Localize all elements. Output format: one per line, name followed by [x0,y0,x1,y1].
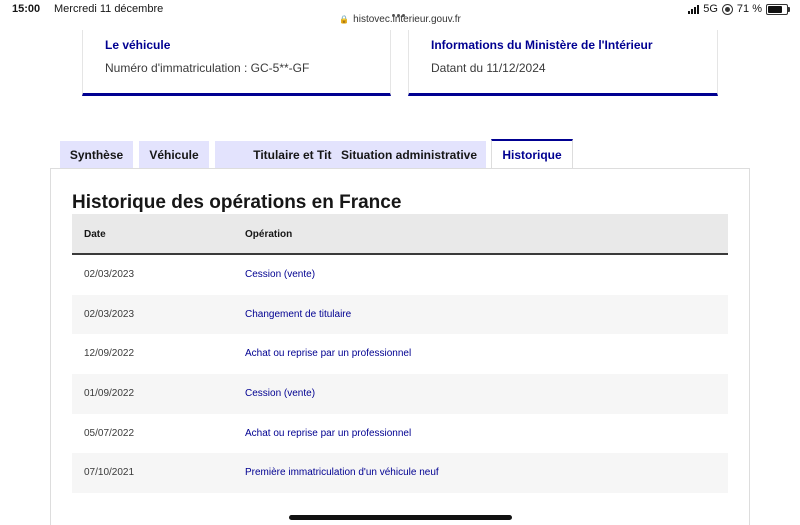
status-bar: 15:00 Mercredi 11 décembre 🔒 histovec.int… [0,0,800,30]
tab-vehicule[interactable]: Véhicule [139,141,209,168]
home-indicator[interactable] [289,515,512,520]
address-bar[interactable]: 🔒 histovec.interieur.gouv.fr [0,14,800,25]
row-operation: Achat ou reprise par un professionnel [245,427,412,439]
table-row: 01/09/2022 Cession (vente) [72,374,728,414]
column-header-operation: Opération [245,229,293,240]
row-date: 02/03/2023 [84,269,135,280]
row-date: 01/09/2022 [84,388,135,400]
url-text: histovec.interieur.gouv.fr [353,14,461,25]
row-operation: Changement de titulaire [245,308,352,320]
table-row: 02/03/2023 Changement de titulaire [72,294,728,335]
network-label: 5G [703,3,718,15]
tab-historique[interactable]: Historique [491,139,573,168]
column-header-date: Date [84,229,106,240]
history-table: Date Opération 02/03/2023 Cession (vente… [72,214,728,494]
lock-icon: 🔒 [339,15,350,24]
vehicle-card: Le véhicule Numéro d'immatriculation : G… [82,30,391,96]
ministry-card-title: Informations du Ministère de l'Intérieur [431,38,653,52]
row-operation: Cession (vente) [245,388,316,400]
data-date: Datant du 11/12/2024 [431,61,546,75]
row-date: 12/09/2022 [84,348,135,360]
tab-situation-administrative[interactable]: Situation administrative [332,141,486,168]
row-operation: Cession (vente) [245,269,316,280]
tab-synthese[interactable]: Synthèse [60,141,133,168]
multitasking-dots-icon[interactable] [392,4,408,17]
battery-percent: 71 % [736,3,762,15]
row-operation: Achat ou reprise par un professionnel [245,348,412,360]
registration-number: Numéro d'immatriculation : GC-5**-GF [105,61,310,75]
signal-icon [688,4,700,14]
table-header: Date Opération [72,214,728,255]
ministry-card: Informations du Ministère de l'Intérieur… [408,30,718,96]
row-date: 02/03/2023 [84,308,135,320]
location-icon [721,3,733,15]
battery-fill [768,5,783,13]
table-row: 12/09/2022 Achat ou reprise par un profe… [72,334,728,375]
row-operation: Première immatriculation d'un véhicule n… [245,467,439,479]
history-title: Historique des opérations en France [72,192,402,213]
row-date: 07/10/2021 [84,467,135,479]
row-date: 05/07/2022 [84,427,135,439]
status-indicators: 5G 71 % [688,3,790,15]
table-row: 07/10/2021 Première immatriculation d'un… [72,453,728,494]
vehicle-card-title: Le véhicule [105,38,171,52]
table-row: 02/03/2023 Cession (vente) [72,255,728,295]
battery-icon [766,3,790,15]
table-row: 05/07/2022 Achat ou reprise par un profe… [72,413,728,454]
